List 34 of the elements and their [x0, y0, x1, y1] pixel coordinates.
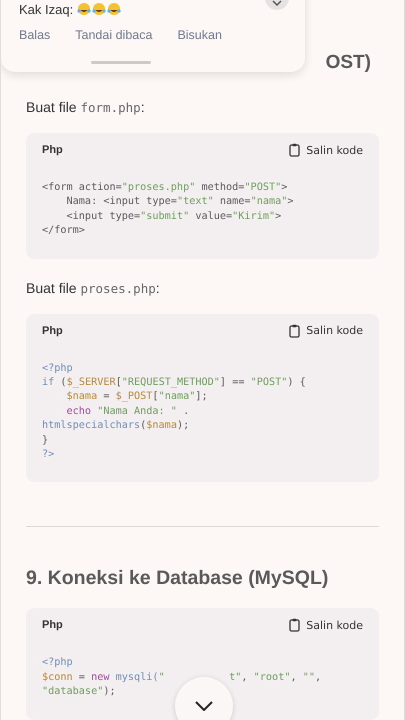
language-label: Php: [42, 324, 63, 337]
chevron-down-icon: [195, 701, 213, 711]
notification-message: Kak Izaq:: [19, 2, 74, 16]
notification-action[interactable]: Balas: [19, 28, 50, 42]
code-line: echo "Nama Anda: " .: [66, 404, 190, 419]
notification-action[interactable]: Tandai dibaca: [75, 28, 152, 42]
code-line: if ($_SERVER["REQUEST_METHOD"] == "POST") {: [42, 376, 306, 390]
code-line: <?php: [42, 362, 73, 376]
copy-code-button[interactable]: Salin kode: [289, 143, 363, 157]
section-heading: OST): [326, 52, 371, 75]
language-label: Php: [42, 619, 63, 632]
copy-code-button[interactable]: Salin kode: [289, 618, 363, 632]
code-line: ?>: [42, 448, 54, 462]
paragraph: Buat file form.php:: [26, 99, 146, 115]
paragraph: Buat file proses.php:: [26, 280, 161, 296]
code-line: "database");: [42, 685, 116, 700]
code-line: }: [42, 434, 48, 448]
language-label: Php: [42, 144, 63, 156]
copy-code-button[interactable]: Salin kode: [289, 324, 363, 338]
code-line: <input type="submit" value="Kirim">: [66, 210, 282, 224]
code-line: $conn = new mysqli(" t", "root", "",: [42, 670, 322, 685]
drag-handle[interactable]: [91, 61, 151, 64]
section-heading: 9. Koneksi ke Database (MySQL): [26, 567, 330, 590]
chevron-down-icon: [272, 0, 282, 6]
clipboard-icon: [289, 143, 300, 157]
code-line: <?php: [42, 656, 73, 670]
notification-action[interactable]: Bisukan: [177, 28, 222, 42]
code-line: </form>: [42, 224, 85, 238]
clipboard-icon: [289, 618, 300, 632]
clipboard-icon: [289, 324, 300, 338]
code-line: Nama: <input type="text" name="nama">: [66, 195, 294, 210]
code-line: <form action="proses.php" method="POST">: [42, 181, 288, 195]
code-line: $nama = $_POST["nama"];: [66, 390, 208, 404]
code-line: htmlspecialchars($nama);: [42, 419, 190, 434]
